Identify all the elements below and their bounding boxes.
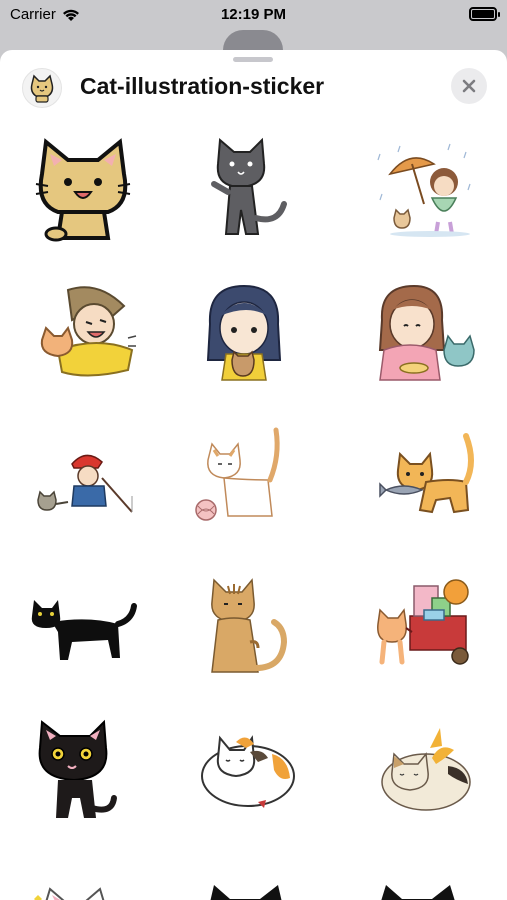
sticker-cat-pulling-cart[interactable] bbox=[370, 572, 480, 682]
sticker-brown-tabby-sitting[interactable] bbox=[188, 572, 298, 682]
close-icon bbox=[462, 79, 476, 93]
sticker-calico-cat-curled[interactable] bbox=[370, 718, 480, 828]
sticker-sheet: Cat-illustration-sticker bbox=[0, 50, 507, 900]
sticker-cat-yarn-ball[interactable] bbox=[188, 426, 298, 536]
sticker-boy-hugging-cat[interactable] bbox=[28, 280, 138, 390]
sticker-fisherman-cat[interactable] bbox=[28, 426, 138, 536]
status-bar: Carrier 12:19 PM bbox=[0, 0, 507, 30]
sticker-girl-feeding-cat[interactable] bbox=[370, 280, 480, 390]
sticker-yellow-cat-smiling[interactable] bbox=[28, 134, 138, 244]
sticker-row-partial bbox=[0, 865, 507, 900]
sticker-row bbox=[0, 422, 507, 568]
status-time: 12:19 PM bbox=[220, 6, 287, 23]
sticker-row bbox=[0, 568, 507, 714]
sticker-partial-white-cat[interactable] bbox=[30, 869, 130, 900]
sticker-grid bbox=[0, 130, 507, 860]
sticker-calico-cat-sleeping[interactable] bbox=[188, 718, 298, 828]
battery-icon bbox=[469, 7, 500, 21]
sticker-row bbox=[0, 130, 507, 276]
sticker-gray-cat-standing[interactable] bbox=[188, 134, 298, 244]
sheet-title: Cat-illustration-sticker bbox=[80, 73, 325, 99]
sticker-partial-black-cat-1[interactable] bbox=[200, 871, 300, 900]
sheet-grabber[interactable] bbox=[233, 57, 273, 62]
battery-fill bbox=[472, 10, 494, 18]
sticker-row bbox=[0, 714, 507, 860]
sticker-girl-holding-cat[interactable] bbox=[188, 280, 298, 390]
close-button[interactable] bbox=[451, 68, 487, 104]
cat-app-icon bbox=[22, 68, 62, 108]
sticker-orange-cat-fish[interactable] bbox=[370, 426, 480, 536]
sticker-black-cat-walking[interactable] bbox=[28, 572, 138, 682]
sheet-header: Cat-illustration-sticker bbox=[0, 64, 507, 110]
sticker-partial-black-cat-2[interactable] bbox=[372, 871, 472, 900]
sticker-row bbox=[0, 276, 507, 422]
sticker-black-cat-cute[interactable] bbox=[28, 718, 138, 828]
sticker-girl-umbrella-rain-cat[interactable] bbox=[370, 134, 480, 244]
